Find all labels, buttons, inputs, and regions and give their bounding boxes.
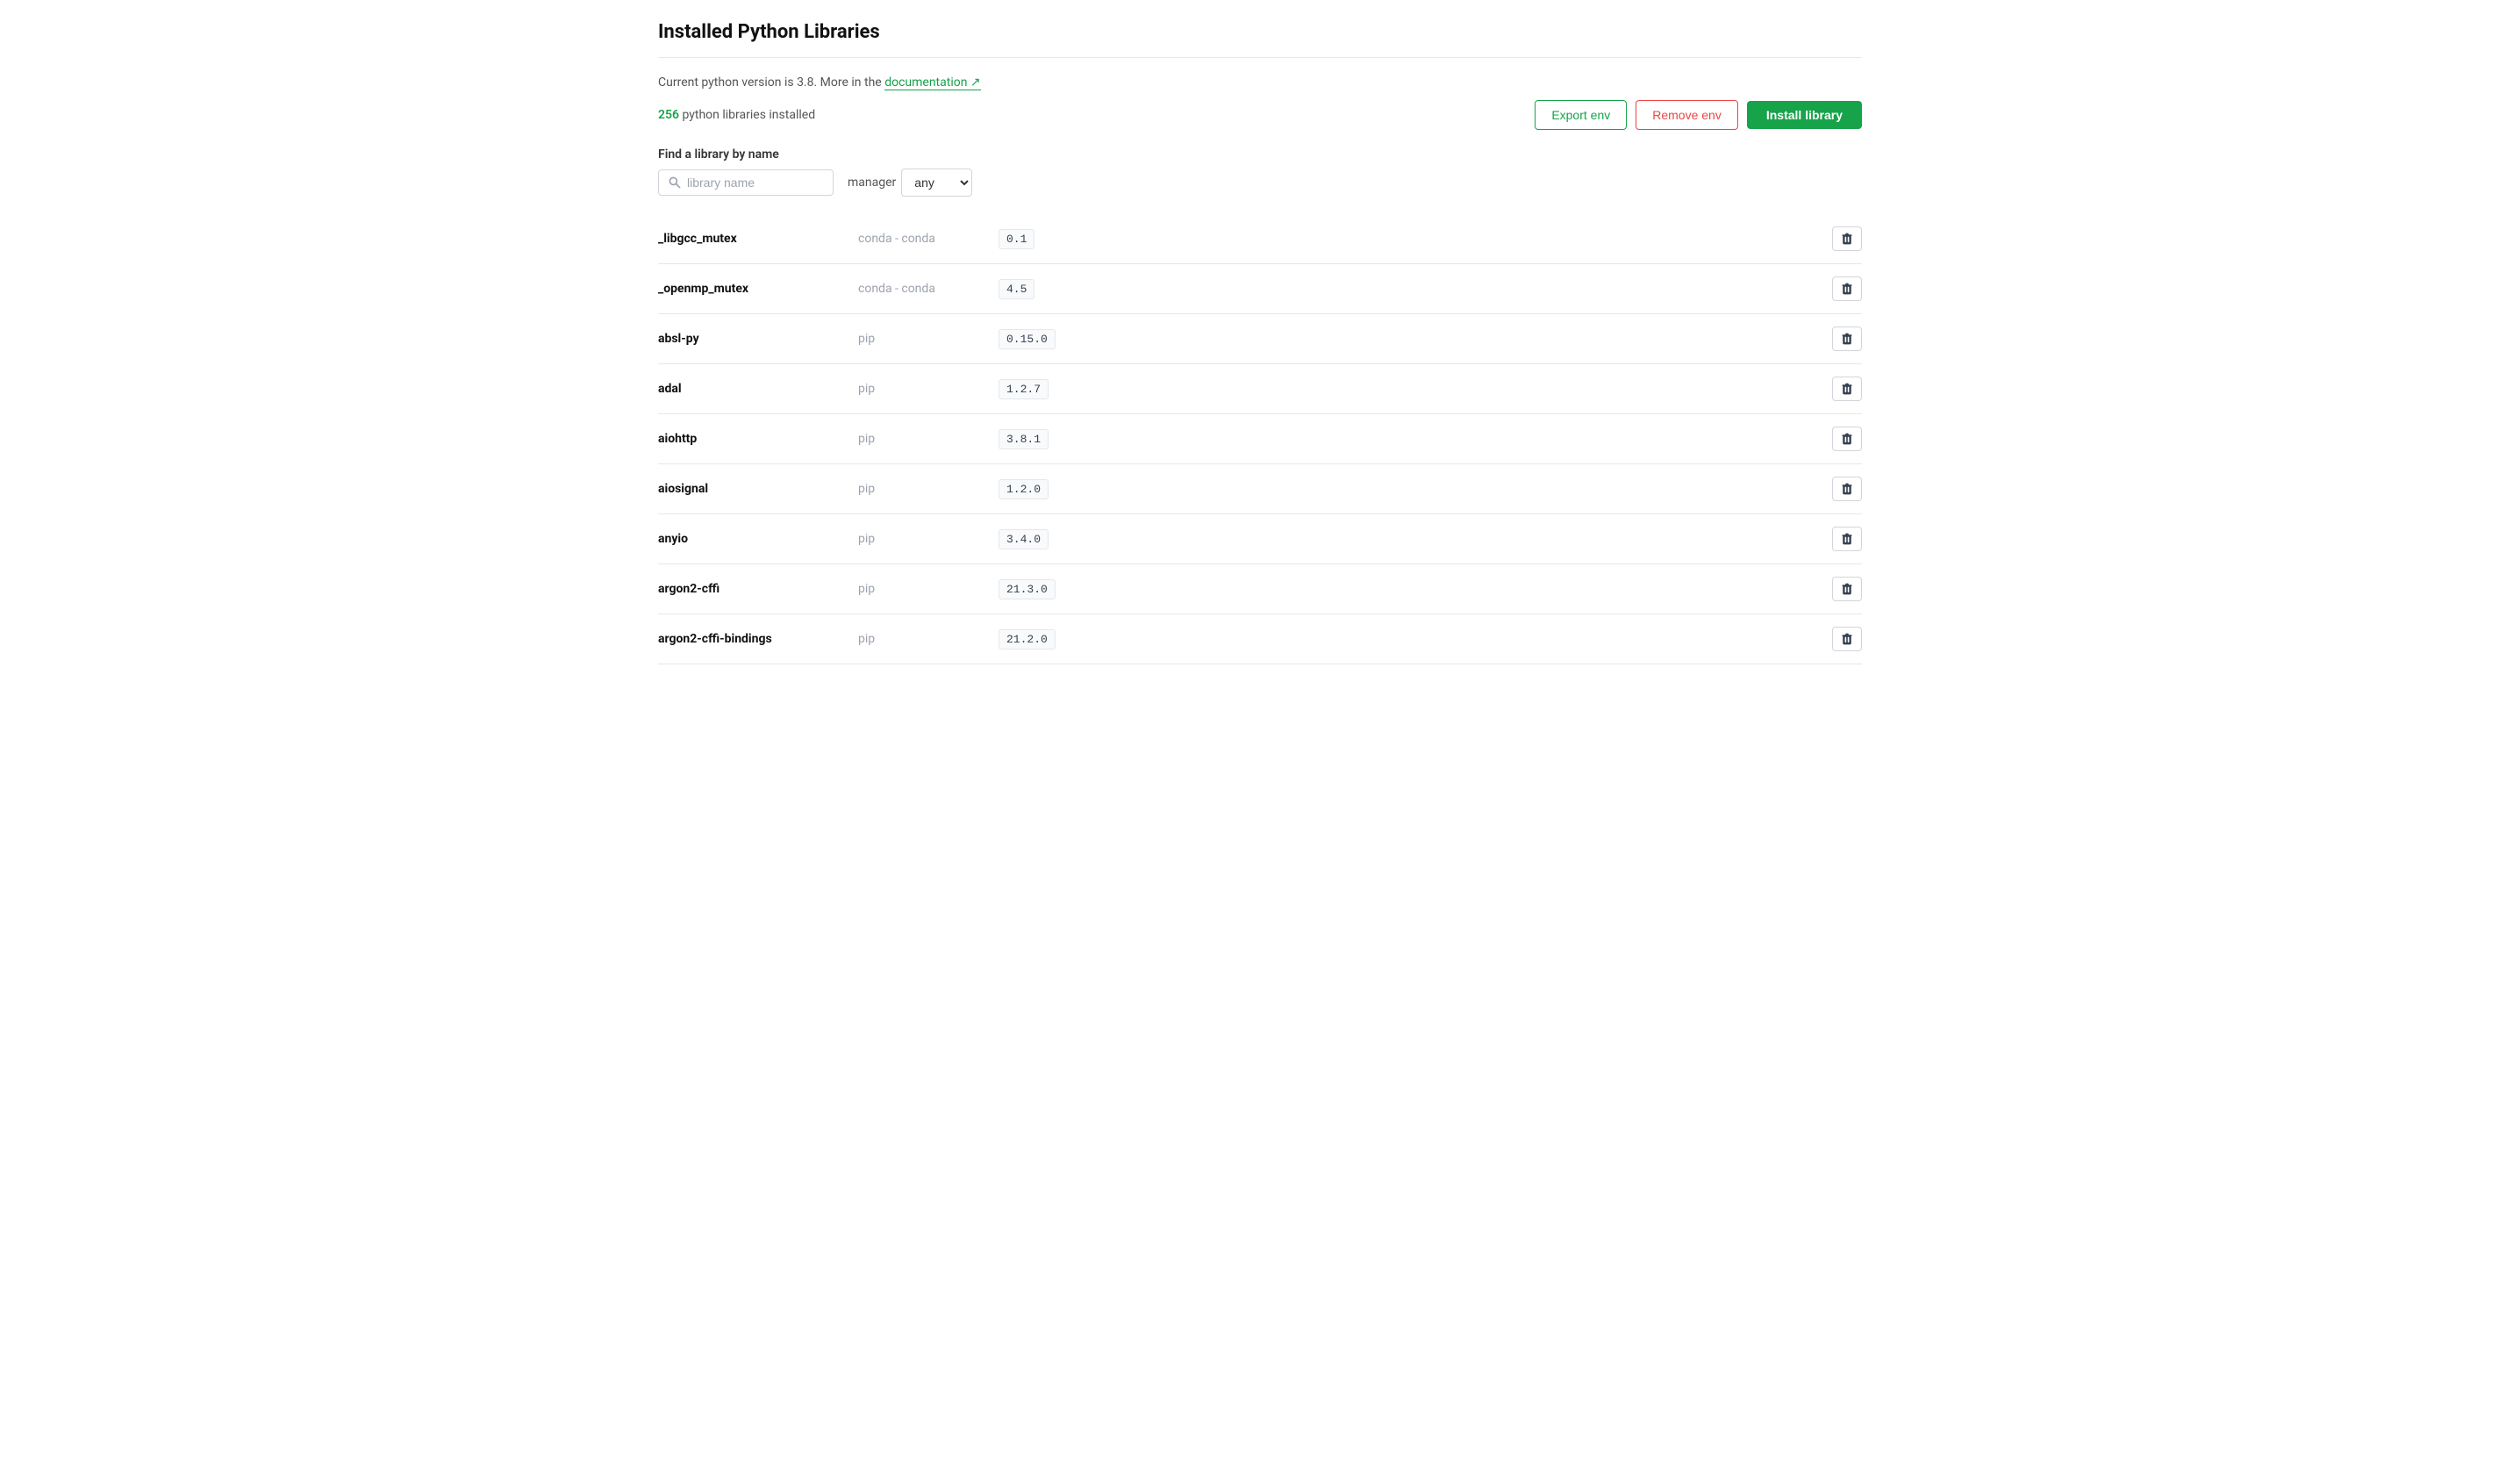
search-input[interactable]: [687, 176, 824, 190]
library-name: argon2-cffi-bindings: [658, 614, 851, 664]
delete-library-button[interactable]: [1832, 226, 1862, 251]
count-label: python libraries installed: [682, 108, 815, 122]
library-version: 1.2.0: [999, 479, 1049, 499]
library-actions: [1809, 364, 1862, 414]
table-row: _libgcc_mutex conda - conda 0.1: [658, 214, 1862, 264]
library-manager: conda - conda: [851, 214, 992, 264]
library-manager: pip: [851, 564, 992, 614]
library-version-cell: 3.8.1: [992, 414, 1809, 464]
remove-env-button[interactable]: Remove env: [1636, 100, 1738, 130]
table-row: absl-py pip 0.15.0: [658, 314, 1862, 364]
library-manager: pip: [851, 464, 992, 514]
library-version: 1.2.7: [999, 379, 1049, 399]
trash-icon: [1840, 332, 1854, 346]
library-version-cell: 0.15.0: [992, 314, 1809, 364]
library-manager: conda - conda: [851, 264, 992, 314]
manager-wrapper: manager any pip conda: [848, 169, 972, 197]
library-version: 0.1: [999, 229, 1034, 249]
libraries-count: 256 python libraries installed: [658, 108, 815, 122]
page-title: Installed Python Libraries: [658, 21, 1862, 43]
actions-row: 256 python libraries installed Export en…: [658, 100, 1862, 130]
trash-icon: [1840, 532, 1854, 546]
library-version: 0.15.0: [999, 329, 1056, 349]
library-version-cell: 0.1: [992, 214, 1809, 264]
library-name: argon2-cffi: [658, 564, 851, 614]
export-env-button[interactable]: Export env: [1535, 100, 1627, 130]
page-header: Installed Python Libraries: [658, 21, 1862, 58]
library-name: absl-py: [658, 314, 851, 364]
library-manager: pip: [851, 614, 992, 664]
library-name: adal: [658, 364, 851, 414]
library-version: 3.8.1: [999, 429, 1049, 449]
library-name: _libgcc_mutex: [658, 214, 851, 264]
library-name: anyio: [658, 514, 851, 564]
library-version-cell: 4.5: [992, 264, 1809, 314]
library-version-cell: 21.2.0: [992, 614, 1809, 664]
library-actions: [1809, 464, 1862, 514]
trash-icon: [1840, 282, 1854, 296]
table-row: anyio pip 3.4.0: [658, 514, 1862, 564]
install-library-button[interactable]: Install library: [1747, 101, 1862, 129]
search-input-wrapper: [658, 169, 834, 196]
trash-icon: [1840, 382, 1854, 396]
delete-library-button[interactable]: [1832, 627, 1862, 651]
library-manager: pip: [851, 314, 992, 364]
library-version: 4.5: [999, 279, 1034, 299]
library-version: 21.3.0: [999, 579, 1056, 599]
library-manager: pip: [851, 364, 992, 414]
libraries-table: _libgcc_mutex conda - conda 0.1 _openmp_…: [658, 214, 1862, 664]
library-name: aiohttp: [658, 414, 851, 464]
action-buttons: Export env Remove env Install library: [1535, 100, 1862, 130]
trash-icon: [1840, 232, 1854, 246]
library-actions: [1809, 264, 1862, 314]
library-manager: pip: [851, 414, 992, 464]
trash-icon: [1840, 482, 1854, 496]
table-row: aiosignal pip 1.2.0: [658, 464, 1862, 514]
library-actions: [1809, 414, 1862, 464]
manager-select[interactable]: any pip conda: [901, 169, 972, 197]
trash-icon: [1840, 632, 1854, 646]
library-name: _openmp_mutex: [658, 264, 851, 314]
table-row: _openmp_mutex conda - conda 4.5: [658, 264, 1862, 314]
delete-library-button[interactable]: [1832, 527, 1862, 551]
library-name: aiosignal: [658, 464, 851, 514]
library-version-cell: 21.3.0: [992, 564, 1809, 614]
search-label: Find a library by name: [658, 147, 1862, 161]
table-row: argon2-cffi pip 21.3.0: [658, 564, 1862, 614]
library-manager: pip: [851, 514, 992, 564]
trash-icon: [1840, 432, 1854, 446]
library-actions: [1809, 314, 1862, 364]
delete-library-button[interactable]: [1832, 577, 1862, 601]
library-actions: [1809, 564, 1862, 614]
delete-library-button[interactable]: [1832, 477, 1862, 501]
library-version-cell: 1.2.7: [992, 364, 1809, 414]
table-row: aiohttp pip 3.8.1: [658, 414, 1862, 464]
manager-label: manager: [848, 176, 896, 190]
library-version: 21.2.0: [999, 629, 1056, 650]
documentation-link[interactable]: documentation ↗: [884, 75, 980, 90]
library-actions: [1809, 214, 1862, 264]
delete-library-button[interactable]: [1832, 427, 1862, 451]
library-version: 3.4.0: [999, 529, 1049, 549]
python-version-info: Current python version is 3.8. More in t…: [658, 75, 1862, 90]
library-version-cell: 1.2.0: [992, 464, 1809, 514]
table-row: adal pip 1.2.7: [658, 364, 1862, 414]
search-section: Find a library by name manager any pip c…: [658, 147, 1862, 197]
library-actions: [1809, 514, 1862, 564]
trash-icon: [1840, 582, 1854, 596]
delete-library-button[interactable]: [1832, 276, 1862, 301]
count-number: 256: [658, 108, 679, 122]
table-row: argon2-cffi-bindings pip 21.2.0: [658, 614, 1862, 664]
library-version-cell: 3.4.0: [992, 514, 1809, 564]
search-icon: [668, 176, 682, 190]
search-row: manager any pip conda: [658, 169, 1862, 197]
version-text: Current python version is 3.8. More in t…: [658, 75, 882, 90]
delete-library-button[interactable]: [1832, 377, 1862, 401]
library-actions: [1809, 614, 1862, 664]
delete-library-button[interactable]: [1832, 327, 1862, 351]
